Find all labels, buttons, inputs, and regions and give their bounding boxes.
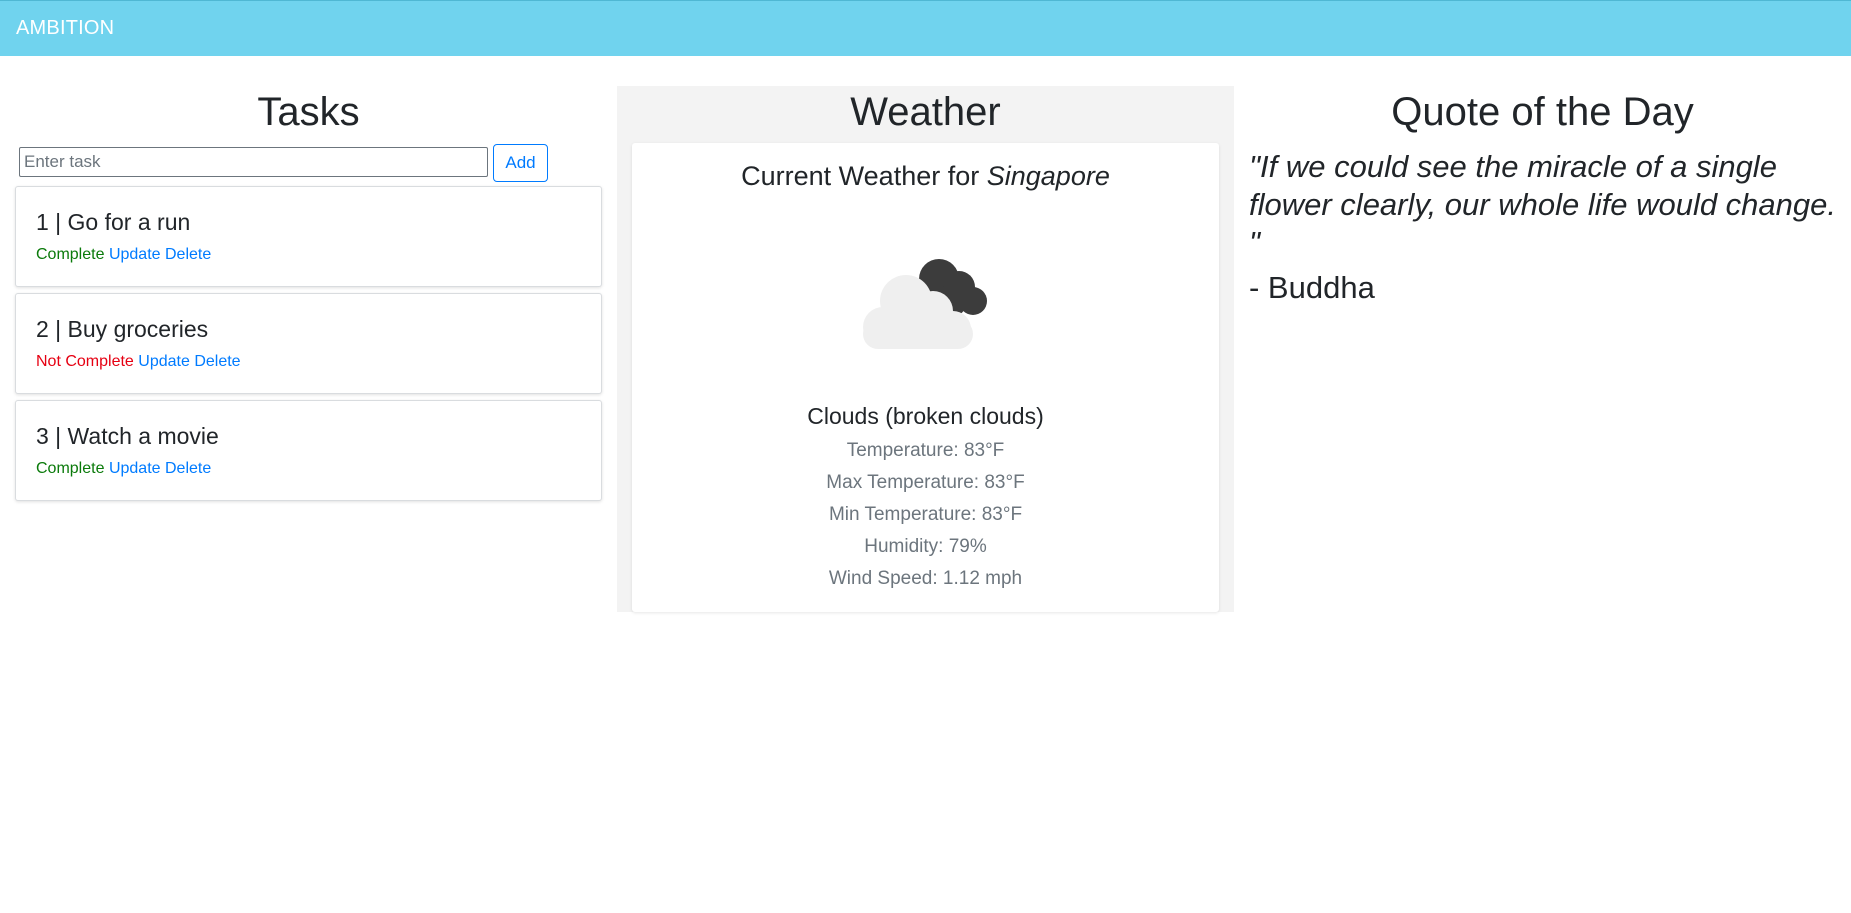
quote-text: "If we could see the miracle of a single… [1249,149,1837,260]
add-task-button[interactable]: Add [493,144,548,182]
task-actions: Not Complete Update Delete [36,352,581,372]
task-card: 1 | Go for a run Complete Update Delete [15,186,602,287]
max-temperature-value: Max Temperature: 83°F [826,472,1025,493]
weather-stats: Temperature: 83°F Max Temperature: 83°F … [632,435,1219,595]
task-update-link[interactable]: Update [109,246,161,263]
task-title: 3 | Watch a movie [36,423,219,449]
task-form: Add [15,144,602,184]
task-list: 1 | Go for a run Complete Update Delete … [15,186,602,501]
weather-title: Weather [850,90,1001,134]
temperature-value: Temperature: 83°F [846,440,1005,461]
humidity-value: Humidity: 79% [864,536,987,557]
task-delete-link[interactable]: Delete [165,246,211,263]
task-input[interactable] [19,147,488,177]
task-delete-link[interactable]: Delete [165,460,211,477]
task-update-link[interactable]: Update [109,460,161,477]
weather-city: Singapore [986,161,1110,191]
tasks-title: Tasks [257,90,360,134]
tasks-panel: Tasks Add 1 | Go for a run Complete Upda… [15,86,602,507]
brand-logo[interactable]: AMBITION [16,17,114,40]
quote-panel: Quote of the Day "If we could see the mi… [1249,86,1836,308]
weather-card: Current Weather for Singapore Clouds (br… [632,143,1219,612]
task-status-toggle[interactable]: Complete [36,246,104,263]
task-title: 1 | Go for a run [36,209,191,235]
task-delete-link[interactable]: Delete [194,353,240,370]
weather-panel: Weather Current Weather for Singapore Cl… [617,86,1234,612]
weather-heading: Current Weather for Singapore [632,143,1219,193]
task-card: 2 | Buy groceries Not Complete Update De… [15,293,602,394]
task-title: 2 | Buy groceries [36,316,209,342]
navbar: AMBITION [0,0,1851,56]
task-actions: Complete Update Delete [36,245,581,265]
weather-description: Clouds (broken clouds) [807,403,1044,429]
broken-clouds-icon [862,259,987,349]
task-actions: Complete Update Delete [36,459,581,479]
wind-speed-value: Wind Speed: 1.12 mph [828,568,1023,589]
quote-title: Quote of the Day [1391,90,1694,134]
task-status-toggle[interactable]: Complete [36,460,104,477]
task-card: 3 | Watch a movie Complete Update Delete [15,400,602,501]
task-update-link[interactable]: Update [138,353,190,370]
task-status-toggle[interactable]: Not Complete [36,353,134,370]
min-temperature-value: Min Temperature: 83°F [828,504,1023,525]
quote-author: - Buddha [1249,270,1375,305]
weather-heading-prefix: Current Weather for [741,161,987,191]
